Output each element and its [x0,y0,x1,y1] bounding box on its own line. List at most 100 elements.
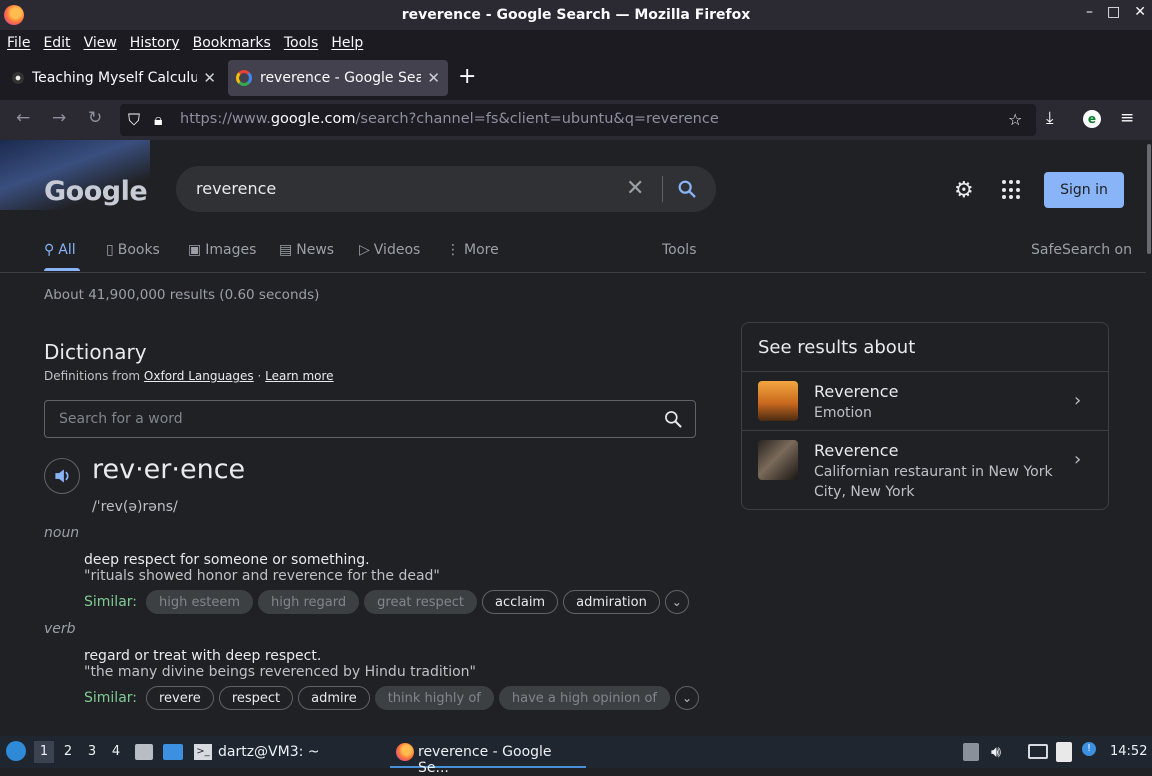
tab-news[interactable]: ▤ News [279,242,334,258]
chevron-down-icon[interactable]: ⌄ [664,590,689,614]
firefox-icon [4,5,24,25]
similar-row-verb: Similar: revere respect admire think hig… [84,685,700,711]
bookmark-star-icon[interactable]: ☆ [1008,110,1022,129]
similar-chip[interactable]: admiration [563,590,660,614]
hamburger-menu-icon[interactable]: ≡ [1120,108,1134,128]
taskbar-terminal[interactable]: dartz@VM3: ~ [218,744,320,760]
tab-books[interactable]: ▯ Books [106,242,160,258]
tab-all[interactable]: ⚲ All [44,242,76,258]
file-manager-icon[interactable] [135,744,153,760]
tab-google-search[interactable]: reverence - Google Search ✕ [228,60,448,96]
tray-up-icon[interactable] [963,743,979,761]
result-about-emotion[interactable]: Reverence Emotion › [742,371,1108,430]
close-window-button[interactable]: ✕ [1134,4,1146,20]
tab-strip: Teaching Myself Calculus ✕ reverence - G… [0,56,1152,100]
downloads-icon[interactable]: ⤓ [1046,108,1054,128]
oxford-languages-link[interactable]: Oxford Languages [144,369,254,383]
settings-gear-icon[interactable]: ⚙ [954,178,974,203]
clipboard-icon[interactable] [1056,742,1072,762]
navigation-bar: ← → ↻ ⛉ 🔒︎ https://www.google.com/search… [0,100,1152,140]
learn-more-link[interactable]: Learn more [265,369,333,383]
similar-chip[interactable]: respect [218,686,294,710]
tools-button[interactable]: Tools [662,242,697,258]
example-verb: "the many divine beings reverenced by Hi… [84,664,476,680]
new-tab-button[interactable]: + [458,64,476,89]
maximize-button[interactable]: □ [1107,4,1120,20]
news-icon: ▤ [279,242,293,258]
close-tab-icon[interactable]: ✕ [203,69,216,87]
web-page: Google reverence ✕ ⚙ Sign in ⚲ All ▯ Books… [0,140,1146,736]
search-box[interactable]: reverence ✕ [176,166,716,212]
tab-more[interactable]: ⋮ More [446,242,499,258]
definition-noun: deep respect for someone or something. [84,552,370,568]
workspace-1[interactable]: 1 [34,741,54,763]
result-name: Reverence [814,382,899,401]
minimize-button[interactable]: – [1086,4,1093,20]
scrollbar-thumb[interactable] [1147,144,1151,254]
similar-chip[interactable]: have a high opinion of [498,686,671,710]
result-stats: About 41,900,000 results (0.60 seconds) [44,287,320,303]
google-favicon-icon [236,70,252,86]
result-about-restaurant[interactable]: Reverence Californian restaurant in New … [742,430,1108,509]
clear-icon[interactable]: ✕ [626,176,644,201]
url-text[interactable]: https://www.google.com/search?channel=fs… [180,111,719,127]
chevron-down-icon[interactable]: ⌄ [675,686,700,710]
network-icon[interactable] [1028,744,1048,759]
menu-tools[interactable]: Tools [284,35,319,51]
similar-chip[interactable]: admire [298,686,370,710]
close-tab-icon[interactable]: ✕ [427,69,440,87]
search-icon[interactable] [663,409,683,429]
menu-edit[interactable]: Edit [43,35,70,51]
tab-images[interactable]: ▣ Images [188,242,256,258]
similar-chip[interactable]: think highly of [374,686,494,710]
google-apps-icon[interactable] [1002,180,1022,200]
search-icon[interactable] [676,178,698,200]
menu-bar: File Edit View History Bookmarks Tools H… [0,30,1152,56]
workspace-2[interactable]: 2 [58,741,78,763]
reload-icon[interactable]: ↻ [88,108,102,128]
similar-chip[interactable]: acclaim [481,590,559,614]
similar-chip[interactable]: high regard [258,590,360,614]
sign-in-button[interactable]: Sign in [1044,172,1124,208]
panel-title: See results about [758,337,916,358]
account-icon[interactable]: e [1083,110,1101,128]
url-bar[interactable]: ⛉ 🔒︎ https://www.google.com/search?chann… [120,104,1036,136]
search-input[interactable]: reverence [196,179,276,198]
start-menu-icon[interactable] [6,741,26,761]
desktop-icon[interactable] [163,744,183,760]
pronounce-speaker-icon[interactable] [44,458,80,494]
menu-history[interactable]: History [130,35,180,51]
similar-chip[interactable]: revere [146,686,214,710]
lock-icon[interactable]: 🔒︎ [154,110,163,130]
search-divider [662,176,663,202]
similar-chip[interactable]: high esteem [146,590,254,614]
shield-icon[interactable]: ⛉ [128,110,140,130]
taskbar-firefox[interactable]: reverence - Google Se... [390,736,586,776]
menu-file[interactable]: File [7,35,30,51]
google-logo[interactable]: Google [44,176,148,207]
taskbar: 1 2 3 4 >_ dartz@VM3: ~ reverence - Goog… [0,736,1152,776]
window-titlebar: reverence - Google Search — Mozilla Fire… [0,0,1152,30]
word-search-input[interactable]: Search for a word [44,400,696,438]
back-icon[interactable]: ← [16,108,30,128]
tab-teaching-calculus[interactable]: Teaching Myself Calculus ✕ [4,60,224,96]
definition-verb: regard or treat with deep respect. [84,648,322,664]
page-scrollbar[interactable] [1146,140,1152,736]
menu-view[interactable]: View [84,35,117,51]
more-vertical-icon: ⋮ [446,242,460,258]
menu-help[interactable]: Help [331,35,363,51]
similar-label: Similar: [84,594,137,610]
tab-videos[interactable]: ▷ Videos [359,242,420,258]
safesearch-button[interactable]: SafeSearch on [1031,242,1132,258]
menu-bookmarks[interactable]: Bookmarks [193,35,271,51]
workspace-3[interactable]: 3 [82,741,102,763]
dictionary-title: Dictionary [44,340,147,364]
notification-icon[interactable]: ! [1082,742,1096,756]
workspace-4[interactable]: 4 [106,741,126,763]
image-icon: ▣ [188,242,202,258]
clock: 14:52 [1110,744,1148,759]
part-of-speech-verb: verb [44,621,76,637]
forward-icon[interactable]: → [52,108,66,128]
similar-chip[interactable]: great respect [364,590,477,614]
volume-icon[interactable]: 🔊︎ [991,742,1001,762]
